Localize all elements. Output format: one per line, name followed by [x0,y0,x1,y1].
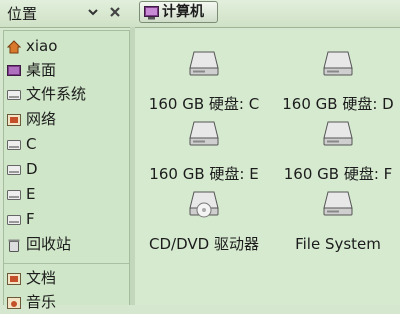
drive-item-filesystem[interactable]: File System [273,186,400,253]
sidebar-item-label: 文档 [26,269,57,287]
drive-item-f[interactable]: 160 GB 硬盘: F [273,116,400,183]
computer-icon [144,5,159,20]
drive-item-e[interactable]: 160 GB 硬盘: E [139,116,269,183]
sidebar-item-label: F [26,210,35,228]
drive-label: File System [295,235,381,253]
drive-label: CD/DVD 驱动器 [149,235,259,253]
sidebar-separator [4,263,129,264]
sidebar-item-label: xiao [26,37,58,55]
sidebar-item-network[interactable]: 网络 [6,107,128,131]
sidebar-item-label: C [26,135,37,153]
network-icon [7,112,21,126]
sidebar-item-label: 桌面 [26,61,57,79]
drive-label: 160 GB 硬盘: F [283,165,393,183]
drive-icon [7,137,21,151]
drive-label: 160 GB 硬盘: C [148,95,260,113]
drive-item-d[interactable]: 160 GB 硬盘: D [273,46,400,113]
sidebar-item-label: 音乐 [26,293,57,311]
sidebar-item-e[interactable]: E [6,182,128,206]
drive-icon [7,212,21,226]
drive-icon [7,162,21,176]
sidebar-item-desktop[interactable]: 桌面 [6,58,128,82]
path-button-computer[interactable]: 计算机 [139,1,218,23]
home-icon [6,39,22,54]
top-bar: 位置 计算机 [0,0,400,28]
sidebar-item-label: D [26,160,38,178]
sidebar-title: 位置 [7,5,38,23]
chevron-down-icon[interactable] [86,4,100,18]
path-label: 计算机 [162,4,204,20]
sidebar-item-documents[interactable]: 文档 [6,266,128,290]
hard-disk-icon [323,191,353,216]
optical-drive-icon [189,191,219,218]
desktop-icon [7,63,21,77]
trash-icon [7,237,21,252]
documents-icon [7,271,21,285]
drive-label: 160 GB 硬盘: D [282,95,394,113]
sidebar-item-c[interactable]: C [6,132,128,156]
drive-item-c[interactable]: 160 GB 硬盘: C [139,46,269,113]
places-sidebar: xiao 桌面 文件系统 网络 C D E F 回收站 文档 音乐 [3,30,130,311]
file-view: 160 GB 硬盘: C 160 GB 硬盘: D 160 GB 硬盘: E 1… [135,30,400,305]
drive-label: 160 GB 硬盘: E [149,165,259,183]
hard-disk-icon [189,51,219,76]
sidebar-item-music[interactable]: 音乐 [6,290,128,314]
sidebar-item-label: 文件系统 [26,85,87,103]
sidebar-item-trash[interactable]: 回收站 [6,232,128,256]
drive-icon [7,87,21,101]
sidebar-item-d[interactable]: D [6,157,128,181]
sidebar-item-label: 网络 [26,110,57,128]
drive-icon [7,187,21,201]
close-icon[interactable] [108,4,122,18]
sidebar-item-filesystem[interactable]: 文件系统 [6,82,128,106]
hard-disk-icon [189,121,219,146]
sidebar-item-home[interactable]: xiao [6,34,128,58]
drive-item-cdrom[interactable]: CD/DVD 驱动器 [149,186,259,266]
hard-disk-icon [323,121,353,146]
music-icon [7,295,21,309]
hard-disk-icon [323,51,353,76]
sidebar-item-f[interactable]: F [6,207,128,231]
sidebar-item-label: 回收站 [26,235,72,253]
sidebar-item-label: E [26,185,36,203]
